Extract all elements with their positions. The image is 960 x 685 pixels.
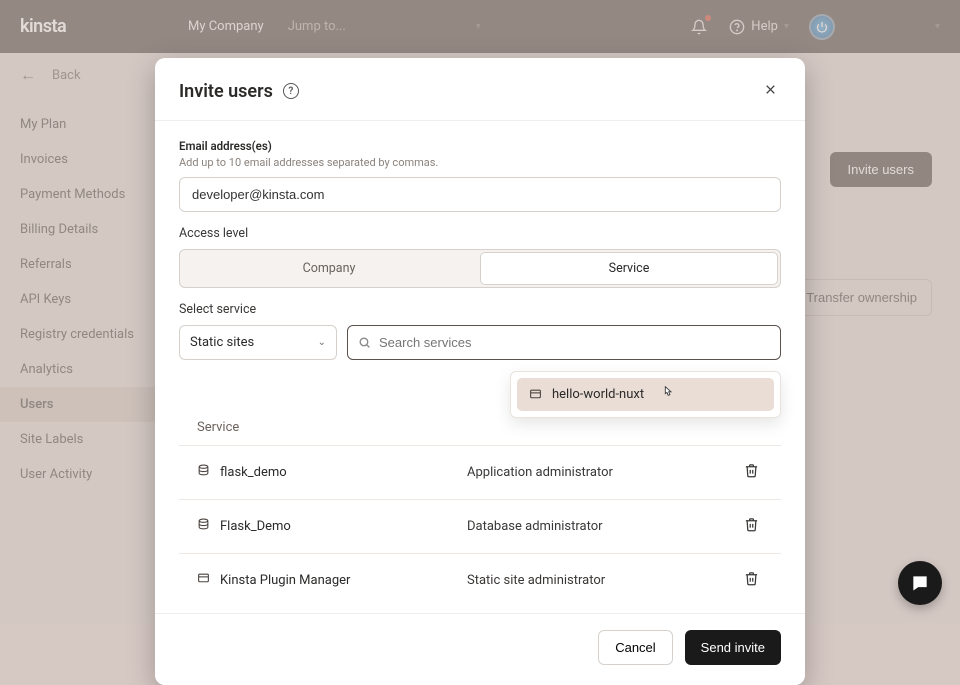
service-search-input[interactable] bbox=[379, 335, 770, 350]
service-name: Kinsta Plugin Manager bbox=[220, 573, 350, 588]
trash-icon bbox=[744, 571, 759, 586]
database-icon bbox=[197, 518, 210, 535]
modal-title-text: Invite users bbox=[179, 81, 273, 102]
service-type-select[interactable]: Static sites ⌄ bbox=[179, 325, 337, 360]
trash-icon bbox=[744, 463, 759, 478]
email-label: Email address(es) bbox=[179, 139, 781, 153]
close-button[interactable] bbox=[760, 78, 781, 104]
cursor-icon bbox=[660, 385, 674, 405]
intercom-launcher[interactable] bbox=[898, 561, 942, 605]
send-invite-button[interactable]: Send invite bbox=[685, 630, 781, 665]
remove-service-button[interactable] bbox=[740, 459, 763, 486]
remove-service-button[interactable] bbox=[740, 567, 763, 594]
chevron-down-icon: ⌄ bbox=[318, 337, 326, 348]
service-search[interactable] bbox=[347, 325, 781, 360]
static-site-icon bbox=[529, 388, 542, 401]
service-name: flask_demo bbox=[220, 465, 287, 480]
service-option-hello-world-nuxt[interactable]: hello-world-nuxt bbox=[517, 378, 774, 411]
access-level-label: Access level bbox=[179, 226, 781, 241]
email-input[interactable] bbox=[179, 177, 781, 212]
service-search-dropdown: hello-world-nuxt bbox=[510, 371, 781, 418]
help-icon[interactable]: ? bbox=[283, 83, 299, 99]
service-type-value: Static sites bbox=[190, 335, 254, 350]
chat-icon bbox=[910, 573, 930, 593]
service-role: Application administrator bbox=[467, 465, 740, 480]
tab-service[interactable]: Service bbox=[480, 252, 778, 285]
close-icon bbox=[764, 83, 777, 96]
access-level-tabs: Company Service bbox=[179, 249, 781, 288]
service-option-label: hello-world-nuxt bbox=[552, 387, 644, 402]
service-row: Kinsta Plugin Manager Static site adminis… bbox=[179, 553, 781, 607]
trash-icon bbox=[744, 517, 759, 532]
invite-users-modal: Invite users ? Email address(es) Add up … bbox=[155, 58, 805, 685]
modal-title: Invite users ? bbox=[179, 81, 299, 102]
database-icon bbox=[197, 464, 210, 481]
remove-service-button[interactable] bbox=[740, 513, 763, 540]
service-name: Flask_Demo bbox=[220, 519, 291, 534]
service-role: Database administrator bbox=[467, 519, 740, 534]
select-service-label: Select service bbox=[179, 302, 781, 317]
cancel-button[interactable]: Cancel bbox=[598, 630, 672, 665]
service-row: flask_demo Application administrator bbox=[179, 445, 781, 499]
static-site-icon bbox=[197, 572, 210, 589]
tab-company[interactable]: Company bbox=[180, 252, 478, 285]
search-icon bbox=[358, 336, 371, 349]
service-role: Static site administrator bbox=[467, 573, 740, 588]
email-hint: Add up to 10 email addresses separated b… bbox=[179, 156, 781, 169]
service-row: Flask_Demo Database administrator bbox=[179, 499, 781, 553]
